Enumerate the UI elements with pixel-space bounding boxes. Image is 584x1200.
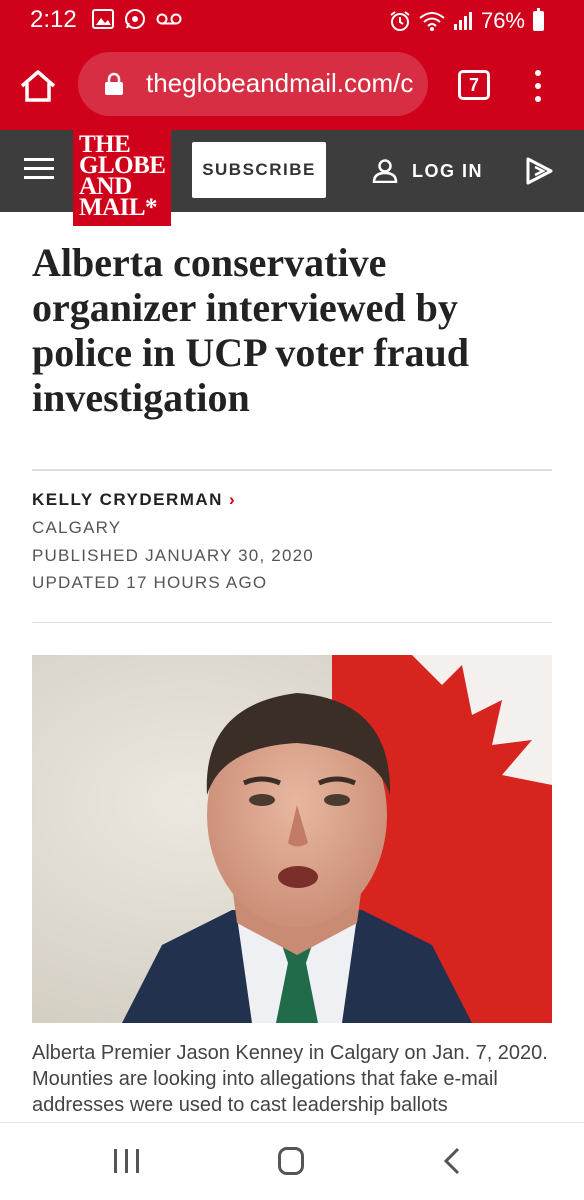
alarm-icon: [390, 11, 410, 31]
play-video-icon[interactable]: [524, 156, 556, 186]
subscribe-button[interactable]: SUBSCRIBE: [192, 142, 326, 198]
image-icon: [92, 9, 114, 29]
divider: [32, 469, 552, 471]
battery-icon: [533, 8, 544, 31]
wifi-icon: [419, 12, 445, 31]
recent-apps-icon[interactable]: [114, 1149, 140, 1173]
article-location: CALGARY: [32, 518, 122, 537]
login-button[interactable]: LOG IN: [372, 154, 483, 188]
home-nav-icon[interactable]: [278, 1147, 304, 1175]
updated-time: UPDATED 17 HOURS AGO: [32, 573, 268, 592]
lock-icon: [105, 72, 123, 95]
address-bar[interactable]: theglobeandmail.com/c: [78, 52, 428, 116]
overflow-menu-icon[interactable]: [528, 68, 548, 104]
back-icon[interactable]: [442, 1147, 462, 1175]
home-icon[interactable]: [18, 66, 58, 106]
globe-and-mail-logo[interactable]: THE GLOBE AND MAIL*: [73, 130, 171, 226]
voicemail-icon: [156, 13, 182, 25]
hamburger-menu-icon[interactable]: [24, 154, 54, 184]
site-header: THE GLOBE AND MAIL* SUBSCRIBE LOG IN: [0, 130, 584, 226]
status-bar: 2:12 76%: [0, 0, 584, 40]
divider: [32, 622, 552, 623]
published-date: PUBLISHED JANUARY 30, 2020: [32, 546, 314, 565]
author-link[interactable]: KELLY CRYDERMAN ›: [32, 490, 236, 510]
status-left-icons: [92, 8, 182, 30]
chevron-right-icon: ›: [228, 490, 237, 509]
author-name: KELLY CRYDERMAN: [32, 490, 223, 509]
article-photo[interactable]: [32, 655, 552, 1023]
login-label: LOG IN: [412, 160, 483, 181]
status-right-icons: 76%: [389, 8, 544, 34]
browser-toolbar: theglobeandmail.com/c 7: [0, 40, 584, 130]
android-nav-bar: [0, 1122, 584, 1200]
user-icon: [372, 159, 398, 183]
status-time: 2:12: [30, 6, 77, 33]
photo-illustration: [32, 655, 552, 1023]
photo-caption: Alberta Premier Jason Kenney in Calgary …: [32, 1042, 548, 1116]
battery-percent: 76%: [480, 8, 525, 33]
signal-icon: [453, 12, 472, 30]
url-text: theglobeandmail.com/c: [146, 68, 414, 98]
whatsapp-icon: [125, 9, 145, 29]
article-headline: Alberta conservative organizer interview…: [32, 240, 470, 420]
tab-switcher-button[interactable]: 7: [458, 70, 490, 100]
